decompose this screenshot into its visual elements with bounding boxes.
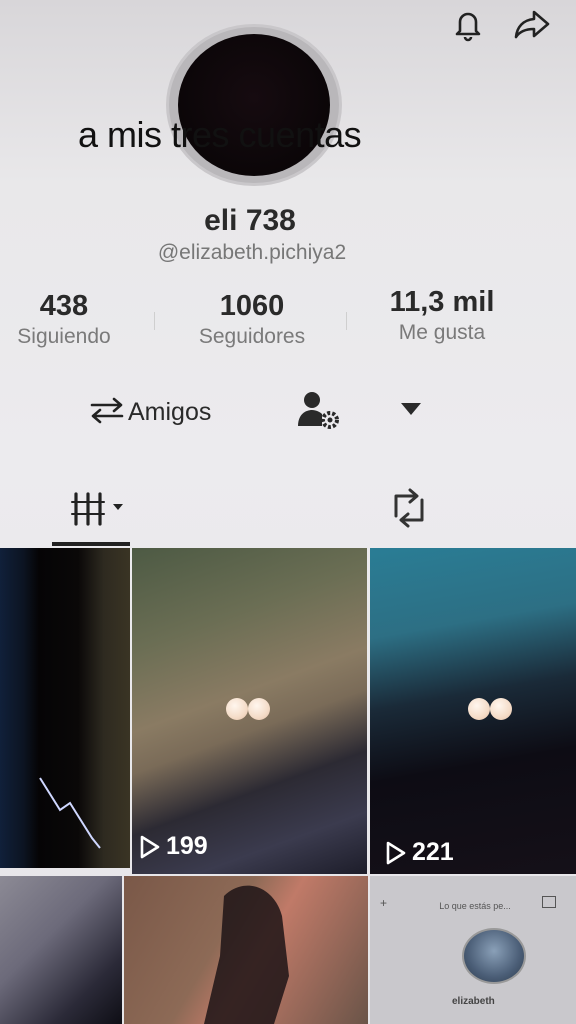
stat-divider — [346, 312, 347, 330]
likes-stat[interactable]: 11,3 mil Me gusta — [378, 286, 506, 345]
friends-label: Amigos — [128, 397, 212, 426]
view-count-value: 221 — [412, 838, 454, 866]
video-thumbnail[interactable] — [124, 876, 368, 1024]
friends-button[interactable]: Amigos — [88, 392, 211, 432]
calendar-icon — [542, 896, 556, 908]
video-thumbnail[interactable] — [0, 548, 130, 868]
play-icon — [386, 841, 406, 864]
dropdown-triangle-icon[interactable] — [398, 398, 424, 420]
video-thumbnail[interactable]: 221 — [370, 548, 576, 874]
mini-caption: Lo que estás pe... — [439, 901, 511, 911]
play-icon — [140, 835, 160, 858]
following-count: 438 — [39, 290, 89, 322]
overlay-caption: a mis tres cuentas — [78, 114, 362, 155]
following-stat[interactable]: 438 Siguiendo — [4, 290, 124, 349]
view-count-value: 199 — [166, 832, 208, 860]
emoji-sticker — [490, 698, 512, 720]
likes-count: 11,3 mil — [389, 286, 495, 318]
add-user-icon: + — [380, 896, 388, 910]
view-count: 199 — [138, 832, 208, 861]
followers-label: Seguidores — [198, 325, 306, 348]
followers-stat[interactable]: 1060 Seguidores — [184, 290, 320, 349]
following-label: Siguiendo — [17, 325, 111, 348]
tab-videos-grid[interactable] — [60, 486, 130, 532]
lightning-graphic — [39, 777, 101, 849]
mini-avatar — [462, 928, 526, 984]
user-settings-icon[interactable] — [294, 388, 344, 434]
likes-label: Me gusta — [398, 321, 486, 344]
bell-icon[interactable] — [448, 4, 488, 44]
active-tab-indicator — [52, 542, 130, 546]
share-arrow-icon[interactable] — [512, 4, 552, 44]
person-silhouette — [204, 885, 289, 1024]
swap-arrows-icon — [88, 395, 126, 430]
username: @elizabeth.pichiya2 — [157, 241, 347, 264]
display-name: eli 738 — [204, 204, 296, 237]
emoji-sticker — [248, 698, 270, 720]
video-thumbnail[interactable]: 199 — [132, 548, 367, 874]
stat-divider — [154, 312, 155, 330]
followers-count: 1060 — [219, 290, 285, 322]
mini-username: elizabeth — [452, 996, 495, 1007]
emoji-sticker — [468, 698, 490, 720]
view-count: 221 — [384, 838, 454, 867]
repost-icon[interactable] — [386, 486, 432, 530]
video-thumbnail[interactable] — [0, 876, 122, 1024]
emoji-sticker — [226, 698, 248, 720]
